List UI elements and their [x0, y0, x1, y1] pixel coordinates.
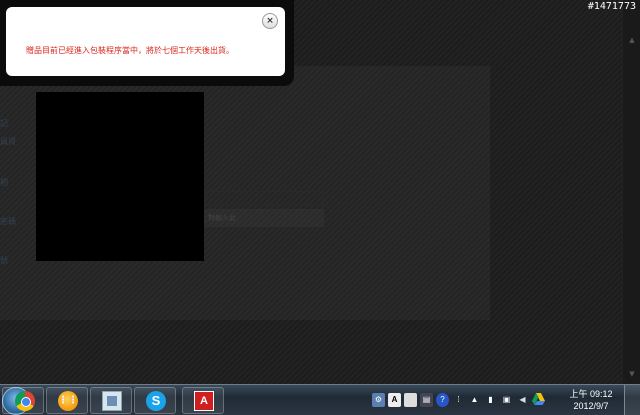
page-scrollbar[interactable]: ▲ ▼: [622, 0, 640, 384]
taskbar-app-explorer[interactable]: [90, 387, 132, 414]
usb-device-icon[interactable]: ▮: [484, 393, 497, 407]
taskbar-app-orange[interactable]: ⋮⋮: [46, 387, 88, 414]
ime-mode-icon[interactable]: [404, 393, 417, 407]
image-id-label: #1471773: [587, 1, 636, 12]
ime-options-icon[interactable]: ⁞: [452, 393, 465, 407]
clock-time: 上午 09:12: [569, 389, 613, 399]
side-label: 記: [0, 119, 8, 128]
side-label: 號: [0, 256, 8, 265]
show-hidden-icons-icon[interactable]: ▲: [468, 393, 481, 407]
popup-message: 贈品目前已經進入包裝程序當中，將於七個工作天後出貨。: [26, 46, 234, 55]
dimmed-input-field: 對輸入此: [204, 209, 324, 227]
windows-taskbar: ⋮⋮ S A ⚙ A ▤ ? ⁞ ▲ ▮ ▣ ◀ 上午 09:12 2012/9…: [0, 384, 640, 415]
taskbar-app-acrobat[interactable]: A: [182, 387, 224, 414]
clock-date: 2012/9/7: [573, 401, 609, 411]
chrome-icon: [15, 391, 35, 411]
dimmed-input-field: [204, 191, 324, 205]
scroll-up-icon[interactable]: ▲: [623, 36, 640, 46]
system-clock[interactable]: 上午 09:12 2012/9/7: [562, 388, 620, 412]
side-label: 密碼: [0, 217, 16, 226]
blacked-out-image: [36, 92, 204, 261]
ime-indicator[interactable]: A: [388, 393, 401, 407]
close-icon[interactable]: ×: [262, 13, 278, 29]
side-label: 相: [0, 178, 8, 187]
ime-settings-icon[interactable]: ▤: [420, 393, 433, 407]
taskbar-app-skype[interactable]: S: [134, 387, 176, 414]
explorer-icon: [102, 391, 122, 411]
notification-popup: × 贈品目前已經進入包裝程序當中，將於七個工作天後出貨。: [6, 7, 285, 76]
skype-icon: S: [146, 391, 166, 411]
show-desktop-button[interactable]: [624, 385, 640, 415]
taskbar-app-chrome[interactable]: [2, 387, 44, 414]
network-app-icon[interactable]: ⚙: [372, 393, 385, 407]
popup-frame: × 贈品目前已經進入包裝程序當中，將於七個工作天後出貨。: [0, 0, 294, 86]
google-drive-icon[interactable]: [532, 393, 545, 407]
system-tray: ⚙ A ▤ ? ⁞ ▲ ▮ ▣ ◀: [372, 389, 545, 411]
volume-muted-icon[interactable]: ◀: [516, 393, 529, 407]
adobe-acrobat-icon: A: [194, 391, 214, 411]
orange-app-icon: ⋮⋮: [58, 391, 78, 411]
network-icon[interactable]: ▣: [500, 393, 513, 407]
side-label: 員資: [0, 137, 16, 146]
help-icon[interactable]: ?: [436, 393, 449, 407]
scroll-down-icon[interactable]: ▼: [623, 370, 640, 380]
